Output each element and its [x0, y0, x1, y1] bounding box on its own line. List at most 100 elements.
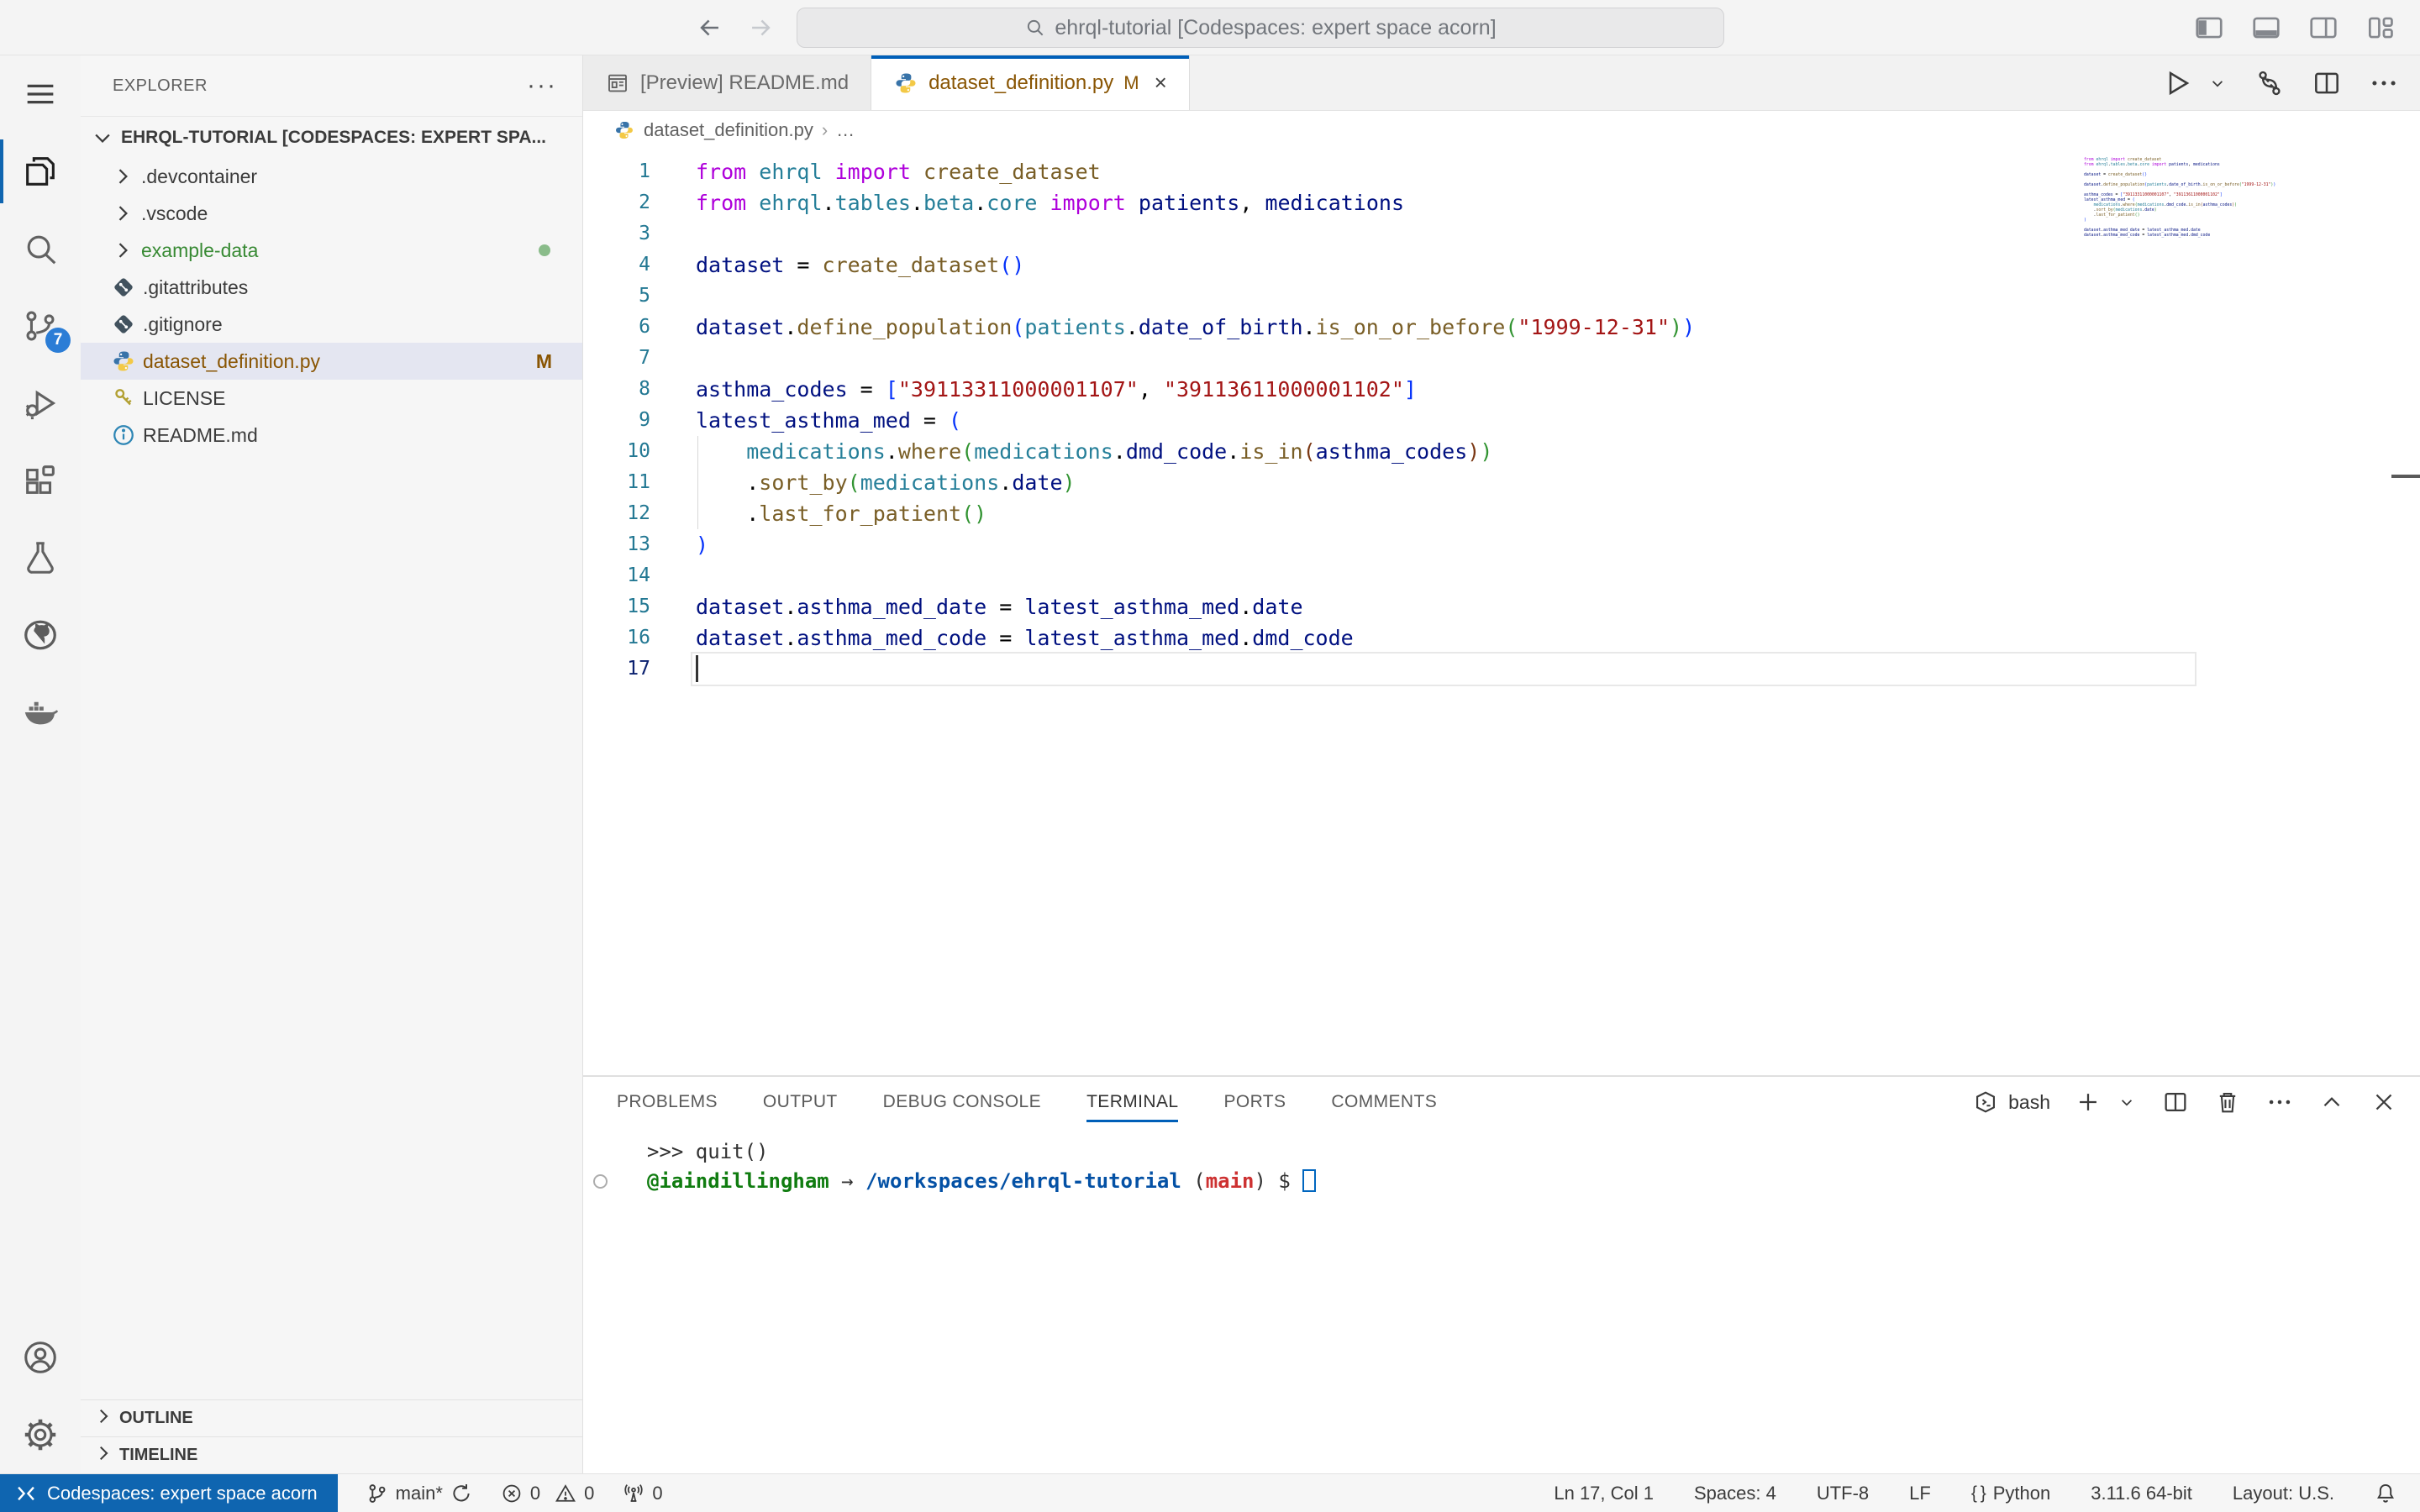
tree-item--gitignore[interactable]: .gitignore — [81, 306, 582, 343]
workspace-root-row[interactable]: EHRQL-TUTORIAL [CODESPACES: EXPERT SPA..… — [81, 116, 582, 158]
line-number: 7 — [583, 343, 650, 374]
code-line-13[interactable]: 13) — [583, 529, 2420, 560]
tree-item--vscode[interactable]: .vscode — [81, 195, 582, 232]
kill-terminal-icon[interactable] — [2213, 1088, 2242, 1116]
minimap[interactable]: from ehrql import create_datasetfrom ehr… — [2084, 158, 2336, 244]
bottom-panel: PROBLEMS OUTPUT DEBUG CONSOLE TERMINAL PORTS… — [583, 1075, 2420, 1473]
panel-tab-debug-console[interactable]: DEBUG CONSOLE — [883, 1077, 1041, 1127]
radio-tower-icon — [623, 1483, 644, 1504]
code-line-15[interactable]: 15dataset.asthma_med_date = latest_asthm… — [583, 591, 2420, 622]
new-terminal-icon[interactable] — [2074, 1088, 2102, 1116]
source-control-icon[interactable]: 7 — [0, 287, 81, 365]
code-line-12[interactable]: 12 .last_for_patient() — [583, 498, 2420, 529]
close-panel-icon[interactable] — [2370, 1088, 2398, 1116]
command-center-search[interactable]: ehrql-tutorial [Codespaces: expert space… — [797, 8, 1724, 48]
chevron-right-icon — [111, 165, 134, 188]
explorer-icon[interactable] — [0, 133, 81, 210]
breadcrumb-file[interactable]: dataset_definition.py — [644, 119, 813, 141]
breadcrumb-more[interactable]: … — [836, 119, 855, 141]
panel-tab-comments[interactable]: COMMENTS — [1331, 1077, 1437, 1127]
github-icon[interactable] — [0, 596, 81, 674]
sidebar-section-timeline[interactable]: TIMELINE — [81, 1436, 582, 1473]
notifications-bell-icon[interactable] — [2375, 1483, 2396, 1504]
forward-icon[interactable] — [746, 13, 775, 42]
status-language-mode[interactable]: { }Python — [1971, 1483, 2050, 1504]
toggle-sidebar-icon[interactable] — [2193, 12, 2225, 44]
status-label: Ln 17, Col 1 — [1554, 1483, 1654, 1504]
sidebar-section-outline[interactable]: OUTLINE — [81, 1399, 582, 1436]
tree-item-license[interactable]: LICENSE — [81, 380, 582, 417]
tree-item--gitattributes[interactable]: .gitattributes — [81, 269, 582, 306]
toggle-secondary-sidebar-icon[interactable] — [2307, 12, 2339, 44]
run-dropdown-chevron-icon[interactable] — [2207, 67, 2228, 99]
tab-close-icon[interactable]: × — [1155, 70, 1167, 96]
panel-tab-terminal[interactable]: TERMINAL — [1086, 1077, 1178, 1127]
code-line-16[interactable]: 16dataset.asthma_med_code = latest_asthm… — [583, 622, 2420, 654]
docker-icon[interactable] — [0, 674, 81, 751]
search-view-icon[interactable] — [0, 210, 81, 287]
code-line-9[interactable]: 9latest_asthma_med = ( — [583, 405, 2420, 436]
code-line-5[interactable]: 5 — [583, 281, 2420, 312]
tree-item-dataset-definition-py[interactable]: dataset_definition.pyM — [81, 343, 582, 380]
explorer-more-actions-icon[interactable]: ··· — [527, 71, 557, 100]
code-line-14[interactable]: 14 — [583, 560, 2420, 591]
terminal-line-1: >>> quit() — [647, 1137, 2420, 1167]
code-line-11[interactable]: 11 .sort_by(medications.date) — [583, 467, 2420, 498]
open-changes-icon[interactable] — [2254, 67, 2286, 99]
line-number: 11 — [583, 467, 650, 498]
panel-tab-output[interactable]: OUTPUT — [763, 1077, 838, 1127]
editor-more-actions-icon[interactable] — [2368, 67, 2400, 99]
account-icon[interactable] — [0, 1319, 81, 1396]
split-terminal-icon[interactable] — [2161, 1088, 2190, 1116]
tree-item-example-data[interactable]: example-data — [81, 232, 582, 269]
line-number: 5 — [583, 281, 650, 312]
panel-more-actions-icon[interactable] — [2265, 1088, 2294, 1116]
command-decoration[interactable] — [593, 1174, 608, 1189]
file-tree: .devcontainer.vscodeexample-data.gitattr… — [81, 158, 582, 1399]
line-number: 16 — [583, 622, 650, 654]
problems-item[interactable]: 0 0 — [501, 1483, 595, 1504]
tab--preview-readme-md[interactable]: [Preview] README.md — [583, 55, 871, 110]
customize-layout-icon[interactable] — [2365, 12, 2396, 44]
back-icon[interactable] — [696, 13, 724, 42]
code-line-8[interactable]: 8asthma_codes = ["39113311000001107", "3… — [583, 374, 2420, 405]
code-line-17[interactable]: 17 — [583, 654, 2420, 685]
toggle-panel-icon[interactable] — [2250, 12, 2282, 44]
maximize-panel-icon[interactable] — [2317, 1088, 2346, 1116]
status-cursor-position[interactable]: Ln 17, Col 1 — [1554, 1483, 1654, 1504]
code-line-10[interactable]: 10 medications.where(medications.dmd_cod… — [583, 436, 2420, 467]
settings-gear-icon[interactable] — [0, 1396, 81, 1473]
terminal-shell-item[interactable]: bash — [1971, 1088, 2050, 1116]
status-eol[interactable]: LF — [1909, 1483, 1931, 1504]
split-editor-icon[interactable] — [2311, 67, 2343, 99]
ports-item[interactable]: 0 — [623, 1483, 662, 1504]
tree-item-readme-md[interactable]: README.md — [81, 417, 582, 454]
code-editor[interactable]: 1from ehrql import create_dataset2from e… — [583, 150, 2420, 1075]
code-line-6[interactable]: 6dataset.define_population(patients.date… — [583, 312, 2420, 343]
code-line-4[interactable]: 4dataset = create_dataset() — [583, 249, 2420, 281]
code-line-7[interactable]: 7 — [583, 343, 2420, 374]
tree-item--devcontainer[interactable]: .devcontainer — [81, 158, 582, 195]
terminal-dropdown-chevron-icon[interactable] — [2116, 1088, 2138, 1116]
status-encoding[interactable]: UTF-8 — [1817, 1483, 1869, 1504]
panel-tab-problems[interactable]: PROBLEMS — [617, 1077, 718, 1127]
tab-dataset-definition-py[interactable]: dataset_definition.pyM× — [871, 55, 1190, 110]
run-debug-icon[interactable] — [0, 365, 81, 442]
status-keyboard-layout[interactable]: Layout: U.S. — [2233, 1483, 2334, 1504]
menu-icon[interactable] — [0, 55, 81, 133]
sidebar-bottom-sections: OUTLINETIMELINE — [81, 1399, 582, 1473]
remote-indicator[interactable]: Codespaces: expert space acorn — [0, 1474, 338, 1512]
python-file-icon — [613, 119, 635, 141]
chevron-down-icon — [91, 126, 114, 150]
breadcrumb[interactable]: dataset_definition.py › … — [583, 111, 2420, 150]
branch-item[interactable]: main* — [366, 1483, 472, 1504]
panel-tab-ports[interactable]: PORTS — [1223, 1077, 1286, 1127]
status-python-version[interactable]: 3.11.6 64-bit — [2091, 1483, 2192, 1504]
run-file-icon[interactable] — [2161, 67, 2193, 99]
activity-bar-spacer — [0, 751, 81, 1319]
status-indentation[interactable]: Spaces: 4 — [1694, 1483, 1776, 1504]
extensions-icon[interactable] — [0, 442, 81, 519]
terminal-cursor — [1302, 1169, 1316, 1192]
testing-icon[interactable] — [0, 519, 81, 596]
terminal[interactable]: >>> quit()@iaindillingham → /workspaces/… — [583, 1127, 2420, 1473]
